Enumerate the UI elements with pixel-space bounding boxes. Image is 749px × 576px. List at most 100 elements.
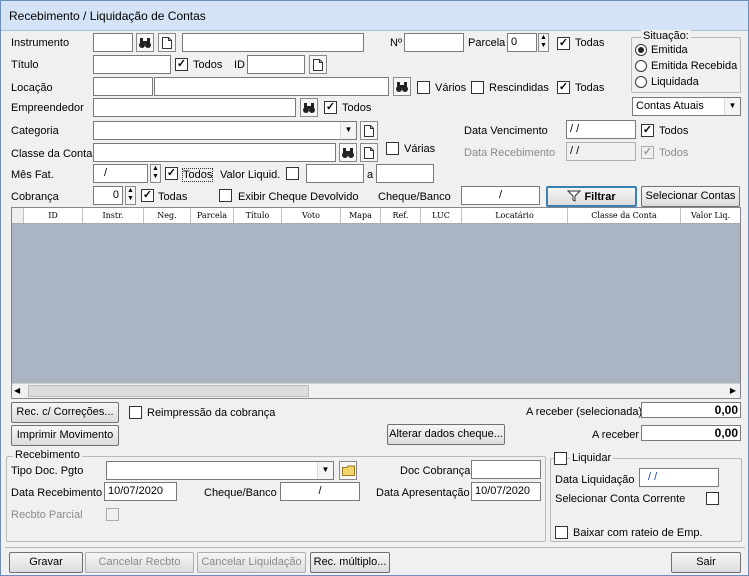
situacao-liquidada-radio[interactable] <box>635 76 647 88</box>
cheque-banco-filter-input[interactable]: / <box>461 186 540 205</box>
col-valor-liq[interactable]: Valor Liq. <box>681 208 740 223</box>
scroll-thumb[interactable] <box>28 385 309 397</box>
page-icon <box>364 146 374 159</box>
parcela-label: Parcela <box>468 37 506 49</box>
selecionar-contas-button[interactable]: Selecionar Contas <box>641 186 740 207</box>
reimpressao-checkbox[interactable] <box>129 406 142 419</box>
situacao-emitida-radio[interactable] <box>635 44 647 56</box>
col-classe-conta[interactable]: Classe da Conta <box>568 208 681 223</box>
parcela-spinner[interactable]: ▲ ▼ <box>538 33 549 52</box>
cobranca-spinner[interactable]: ▲ ▼ <box>125 186 136 205</box>
col-ref[interactable]: Ref. <box>381 208 421 223</box>
col-id[interactable]: ID <box>24 208 83 223</box>
valor-liquid-to-input[interactable] <box>376 164 434 183</box>
filtrar-button[interactable]: Filtrar <box>546 186 637 207</box>
cheque-banco-input[interactable]: / <box>280 482 360 501</box>
col-locatario[interactable]: Locatário <box>462 208 568 223</box>
classe-conta-input[interactable] <box>93 143 336 162</box>
contas-select[interactable]: Contas Atuais ▼ <box>632 97 741 116</box>
chevron-down-icon: ▼ <box>317 462 333 479</box>
col-voto[interactable]: Voto <box>282 208 341 223</box>
situacao-liquidada-label: Liquidada <box>651 76 699 88</box>
gravar-button[interactable]: Gravar <box>9 552 83 573</box>
recbto-parcial-checkbox[interactable] <box>106 508 119 521</box>
valor-liquid-from-input[interactable] <box>306 164 364 183</box>
situacao-emitida-recebida-radio[interactable] <box>635 60 647 72</box>
parcela-todas-checkbox[interactable]: ✓ <box>557 37 570 50</box>
col-instr[interactable]: Instr. <box>83 208 144 223</box>
empreendedor-input[interactable] <box>93 98 296 117</box>
contas-grid[interactable]: ID Instr. Neg. Parcela Título Voto Mapa … <box>11 207 741 399</box>
scroll-left-icon[interactable]: ◀ <box>14 386 20 395</box>
imprimir-movimento-button[interactable]: Imprimir Movimento <box>11 425 119 446</box>
rec-multiplo-button[interactable]: Rec. múltiplo... <box>310 552 390 573</box>
cancelar-recbto-button[interactable]: Cancelar Recbto <box>85 552 194 573</box>
selecionar-conta-checkbox[interactable] <box>706 492 719 505</box>
categoria-select[interactable]: ▼ <box>93 121 357 140</box>
locacao-code-input[interactable] <box>93 77 153 96</box>
vencimento-todos-checkbox[interactable]: ✓ <box>641 124 654 137</box>
data-liquidacao-input[interactable]: / / <box>639 468 719 487</box>
instrumento-code-input[interactable] <box>93 33 133 52</box>
data-apresentacao-input[interactable]: 10/07/2020 <box>471 482 541 501</box>
locacao-desc-input[interactable] <box>154 77 389 96</box>
liquidar-checkbox[interactable] <box>554 452 567 465</box>
mes-fat-todos-checkbox[interactable]: ✓ <box>165 167 178 180</box>
numero-input[interactable] <box>404 33 464 52</box>
data-vencimento-input[interactable]: / / <box>566 120 636 139</box>
id-new-button[interactable] <box>309 55 327 74</box>
cancelar-liquidacao-button[interactable]: Cancelar Liquidação <box>197 552 306 573</box>
locacao-todas-checkbox[interactable]: ✓ <box>557 81 570 94</box>
rescindidas-checkbox[interactable] <box>471 81 484 94</box>
a-receber-label: A receber <box>592 429 640 441</box>
binoculars-icon <box>139 37 151 48</box>
parcela-input[interactable]: 0 <box>507 33 537 52</box>
data-recebimento-input[interactable]: 10/07/2020 <box>104 482 177 501</box>
titulo-label: Título <box>11 59 39 71</box>
tipo-doc-folder-button[interactable] <box>339 461 357 480</box>
instrumento-desc-input[interactable] <box>182 33 364 52</box>
empreendedor-search-button[interactable] <box>300 98 318 117</box>
mes-fat-spinner[interactable]: ▲ ▼ <box>150 164 161 183</box>
col-titulo[interactable]: Título <box>234 208 282 223</box>
doc-cobranca-input[interactable] <box>471 460 541 479</box>
alterar-cheque-button[interactable]: Alterar dados cheque... <box>387 424 505 445</box>
scroll-right-icon[interactable]: ▶ <box>730 386 736 395</box>
locacao-varios-checkbox[interactable] <box>417 81 430 94</box>
contas-select-value: Contas Atuais <box>636 100 704 112</box>
valor-liquid-checkbox[interactable] <box>286 167 299 180</box>
instrumento-search-button[interactable] <box>136 33 154 52</box>
col-mapa[interactable]: Mapa <box>341 208 381 223</box>
cobranca-input[interactable]: 0 <box>93 186 123 205</box>
grid-horizontal-scrollbar[interactable]: ◀ ▶ <box>12 383 740 398</box>
col-parcela[interactable]: Parcela <box>191 208 234 223</box>
page-icon <box>313 58 323 71</box>
col-luc[interactable]: LUC <box>421 208 462 223</box>
filtrar-label: Filtrar <box>584 191 616 203</box>
exibir-cheque-checkbox[interactable] <box>219 189 232 202</box>
rec-correcoes-button[interactable]: Rec. c/ Correções... <box>11 402 119 423</box>
empreendedor-todos-checkbox[interactable]: ✓ <box>324 101 337 114</box>
instrumento-new-button[interactable] <box>158 33 176 52</box>
classe-conta-new-button[interactable] <box>360 143 378 162</box>
main-window: Recebimento / Liquidação de Contas Instr… <box>0 0 749 576</box>
cobranca-todas-checkbox[interactable]: ✓ <box>141 189 154 202</box>
id-input[interactable] <box>247 55 305 74</box>
classe-conta-search-button[interactable] <box>339 143 357 162</box>
classe-varias-checkbox[interactable] <box>386 142 399 155</box>
exibir-cheque-label: Exibir Cheque Devolvido <box>238 191 359 203</box>
tipo-doc-select[interactable]: ▼ <box>106 461 334 480</box>
binoculars-icon <box>342 147 354 158</box>
locacao-search-button[interactable] <box>393 77 411 96</box>
titulo-todos-checkbox[interactable]: ✓ <box>175 58 188 71</box>
recebimento-todos-checkbox[interactable]: ✓ <box>641 146 654 159</box>
liquidar-title: Liquidar <box>570 452 614 464</box>
data-recebimento-filter-label: Data Recebimento <box>464 147 556 159</box>
baixar-rateio-checkbox[interactable] <box>555 526 568 539</box>
data-recebimento-filter-input[interactable]: / / <box>566 142 636 161</box>
categoria-new-button[interactable] <box>360 121 378 140</box>
mes-fat-input[interactable]: / <box>93 164 148 183</box>
titulo-input[interactable] <box>93 55 171 74</box>
sair-button[interactable]: Sair <box>671 552 741 573</box>
col-neg[interactable]: Neg. <box>144 208 191 223</box>
